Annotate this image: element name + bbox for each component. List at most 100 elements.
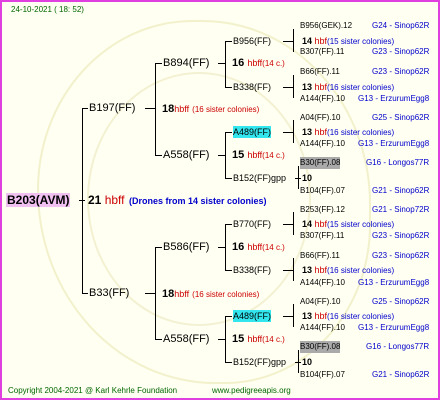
connector xyxy=(225,362,232,363)
connector xyxy=(145,293,155,294)
gen-number: 16 xyxy=(232,57,245,69)
gen4-info: G23 - Sinop62R xyxy=(372,67,430,76)
gen1-generation: 18hbff (16 sister colonies) xyxy=(162,288,259,301)
gen4-info: G21 - Sinop62R xyxy=(372,186,430,195)
gen4-info: G13 - ErzurumEgg8 xyxy=(358,278,430,287)
gen-note: (15 sister colonies) xyxy=(327,220,395,229)
gen4-info: G21 - Sinop62R xyxy=(372,370,430,379)
gen1-generation: 18hbff (16 sister colonies) xyxy=(162,103,259,116)
connector xyxy=(155,63,156,155)
gen4-name[interactable]: B253(FF).12 xyxy=(300,204,345,216)
gen2-name[interactable]: A558(FF) xyxy=(163,149,209,162)
connector xyxy=(283,132,293,133)
gen-tag: hbf xyxy=(314,265,328,275)
gen4-info: G21 - Sinop72R xyxy=(372,205,430,214)
connector xyxy=(283,224,293,225)
connector xyxy=(293,212,294,235)
gen-tag: hbff xyxy=(247,58,263,68)
connector xyxy=(155,247,162,248)
gen-number: 10 xyxy=(302,173,313,183)
gen1-name[interactable]: B33(FF) xyxy=(89,287,129,300)
gen-tag: hbff xyxy=(247,150,263,160)
gen4-name[interactable]: B104(FF).07 xyxy=(300,185,345,197)
gen4-name[interactable]: B104(FF).07 xyxy=(300,369,345,381)
gen4-name[interactable]: B956(GEK).12 xyxy=(300,20,352,32)
gen4-name[interactable]: B30(FF).08 xyxy=(300,341,341,353)
gen2-name[interactable]: B894(FF) xyxy=(163,57,209,70)
print-date: 24-10-2021 ( 18: 52) xyxy=(11,5,84,14)
gen-note: (14 c.) xyxy=(262,335,285,344)
gen-number: 13 xyxy=(302,82,313,92)
gen4-name[interactable]: B30(FF).08 xyxy=(300,157,341,169)
gen4-name[interactable]: A144(FF).10 xyxy=(300,138,345,150)
gen4-name[interactable]: A144(FF).10 xyxy=(300,93,345,105)
root-gen-number: 21 xyxy=(88,193,102,207)
gen4-name[interactable]: A04(FF).10 xyxy=(300,296,340,308)
gen-number: 15 xyxy=(232,149,245,161)
gen4-info: G13 - ErzurumEgg8 xyxy=(358,139,430,148)
gen4-name[interactable]: A04(FF).10 xyxy=(300,112,340,124)
gen3-name[interactable]: B338(FF) xyxy=(233,81,271,93)
gen4-info: G16 - Longos77R xyxy=(366,342,430,351)
connector xyxy=(283,41,293,42)
gen-note: (14 c.) xyxy=(262,243,285,252)
footer-copyright: Copyright 2004-2021 @ Karl Kehrle Founda… xyxy=(8,386,178,395)
gen3-name[interactable]: A489(FF) xyxy=(233,126,272,138)
gen-note: (16 sister colonies) xyxy=(327,83,395,92)
connector xyxy=(218,63,225,64)
connector xyxy=(225,178,232,179)
gen-number: 18 xyxy=(162,288,175,300)
gen3-name[interactable]: B338(FF) xyxy=(233,264,271,276)
connector xyxy=(225,316,232,317)
gen4-name[interactable]: B307(FF).11 xyxy=(300,230,344,242)
connector xyxy=(218,155,225,156)
gen3-name[interactable]: B152(FF)gpp xyxy=(233,356,286,368)
gen4-name[interactable]: B307(FF).11 xyxy=(300,46,344,58)
gen3-generation: 13 hbf(16 sister colonies) xyxy=(302,264,394,277)
gen4-name[interactable]: A144(FF).10 xyxy=(300,277,345,289)
gen-tag: hbff xyxy=(247,242,263,252)
connector xyxy=(293,75,294,98)
gen-number: 13 xyxy=(302,265,313,275)
gen-number: 13 xyxy=(302,127,313,137)
gen-note: (16 sister colonies) xyxy=(192,105,260,114)
connector xyxy=(218,247,225,248)
gen-number: 13 xyxy=(302,311,313,321)
gen3-name[interactable]: B956(FF) xyxy=(233,35,271,47)
gen-number: 16 xyxy=(232,241,245,253)
gen4-info: G25 - Sinop62R xyxy=(372,297,430,306)
gen4-name[interactable]: B66(FF).11 xyxy=(300,66,340,78)
connector xyxy=(283,87,293,88)
connector xyxy=(225,270,232,271)
pedigree-frame: 24-10-2021 ( 18: 52) B203(AVM) 21 hbff (… xyxy=(0,0,440,400)
gen4-name[interactable]: B66(FF).11 xyxy=(300,250,340,262)
gen2-name[interactable]: A558(FF) xyxy=(163,333,209,346)
connector xyxy=(293,29,294,52)
gen4-name[interactable]: A144(FF).10 xyxy=(300,322,345,334)
gen-tag: hbff xyxy=(174,104,190,114)
gen1-name[interactable]: B197(FF) xyxy=(89,102,135,115)
connector xyxy=(155,155,162,156)
gen3-name[interactable]: B152(FF)gpp xyxy=(233,172,286,184)
connector xyxy=(293,258,294,281)
root-name[interactable]: B203(AVM) xyxy=(6,193,71,207)
connector xyxy=(293,304,294,327)
gen-number: 14 xyxy=(302,219,313,229)
gen2-name[interactable]: B586(FF) xyxy=(163,241,209,254)
connector xyxy=(82,108,83,293)
gen3-name[interactable]: B770(FF) xyxy=(233,218,271,230)
gen4-info: G13 - ErzurumEgg8 xyxy=(358,323,430,332)
connector xyxy=(225,316,226,362)
footer-site-link[interactable]: www.pedigreeapis.org xyxy=(212,385,291,397)
gen4-info: G23 - Sinop62R xyxy=(372,47,430,56)
gen-number: 15 xyxy=(232,333,245,345)
gen-note: (16 sister colonies) xyxy=(327,266,395,275)
connector xyxy=(225,41,226,87)
gen-number: 14 xyxy=(302,36,313,46)
gen3-generation: 10 xyxy=(302,356,312,368)
gen4-info: G23 - Sinop62R xyxy=(372,251,430,260)
gen-tag: hbf xyxy=(314,36,328,46)
gen-note: (16 sister colonies) xyxy=(327,128,395,137)
gen4-info: G13 - ErzurumEgg8 xyxy=(358,94,430,103)
gen3-name[interactable]: A489(FF) xyxy=(233,310,272,322)
